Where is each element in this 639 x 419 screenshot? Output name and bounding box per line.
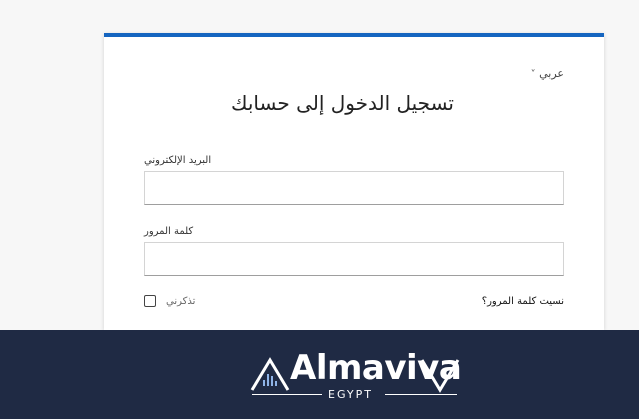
almaviva-logo: Almaviva EGYPT — [250, 348, 462, 408]
remember-checkbox[interactable] — [144, 295, 156, 307]
password-field[interactable] — [144, 242, 564, 276]
remember-label: تذكرني — [166, 295, 196, 307]
login-card: عربي ˅ تسجيل الدخول إلى حسابك البريد الإ… — [104, 33, 604, 330]
password-label: كلمة المرور — [144, 226, 194, 237]
email-field[interactable] — [144, 171, 564, 205]
logo-name: Almaviva — [290, 348, 462, 388]
logo-rule-left — [252, 394, 322, 395]
language-label: عربي — [539, 67, 564, 80]
email-label: البريد الإلكتروني — [144, 155, 212, 166]
page-title: تسجيل الدخول إلى حسابك — [231, 91, 454, 115]
chevron-down-icon: ˅ — [530, 69, 536, 80]
language-selector[interactable]: عربي ˅ — [525, 67, 564, 80]
remember-me: تذكرني — [144, 295, 195, 307]
logo-rule-right — [385, 394, 457, 395]
footer: Almaviva EGYPT — [0, 330, 639, 419]
forgot-password-link[interactable]: نسيت كلمة المرور؟ — [482, 296, 564, 307]
logo-subtitle: EGYPT — [328, 388, 373, 401]
